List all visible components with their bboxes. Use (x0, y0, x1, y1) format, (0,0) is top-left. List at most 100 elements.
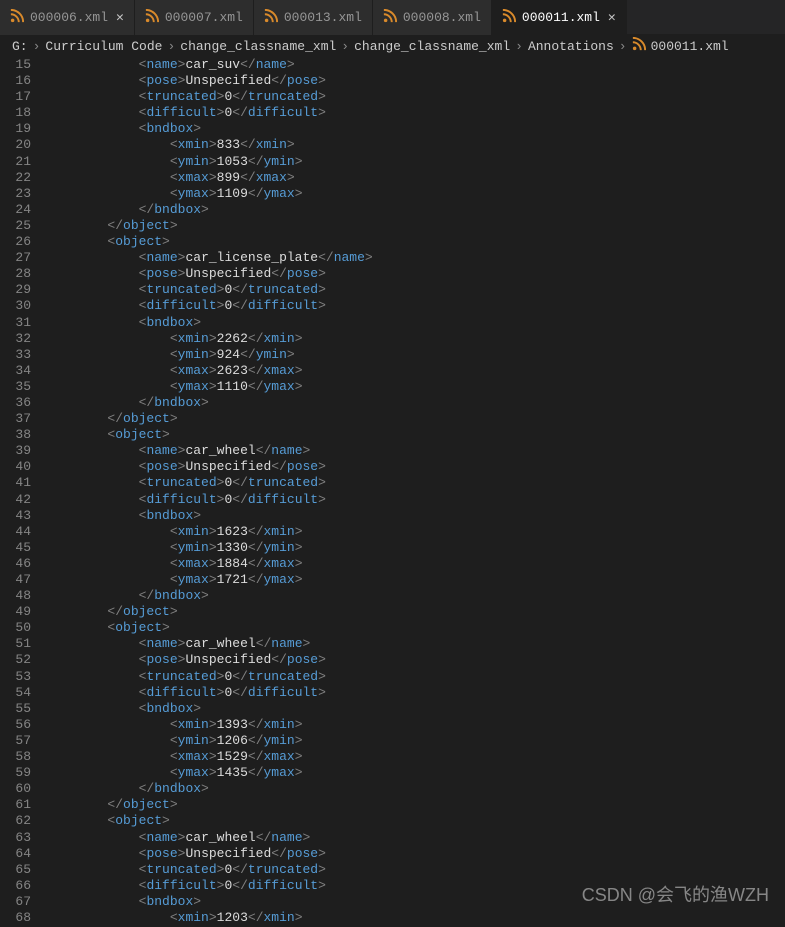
code-line[interactable]: <object> (45, 813, 785, 829)
code-line[interactable]: </bndbox> (45, 588, 785, 604)
chevron-right-icon: › (341, 39, 349, 54)
code-line[interactable]: <xmax>1884</xmax> (45, 556, 785, 572)
breadcrumb-segment[interactable]: 000011.xml (651, 39, 729, 54)
code-line[interactable]: <xmin>2262</xmin> (45, 331, 785, 347)
code-line[interactable]: <pose>Unspecified</pose> (45, 652, 785, 668)
line-number: 34 (0, 363, 31, 379)
close-icon[interactable]: ✕ (608, 10, 616, 25)
code-line[interactable]: <xmax>899</xmax> (45, 170, 785, 186)
breadcrumb-segment[interactable]: change_classname_xml (354, 39, 510, 54)
code-line[interactable]: <bndbox> (45, 701, 785, 717)
breadcrumb-segment[interactable]: change_classname_xml (180, 39, 336, 54)
code-line[interactable]: <ymin>924</ymin> (45, 347, 785, 363)
editor: 1516171819202122232425262728293031323334… (0, 57, 785, 927)
line-number: 37 (0, 411, 31, 427)
code-line[interactable]: <xmin>833</xmin> (45, 137, 785, 153)
code-line[interactable]: <ymax>1435</ymax> (45, 765, 785, 781)
code-line[interactable]: <truncated>0</truncated> (45, 862, 785, 878)
code-line[interactable]: </bndbox> (45, 395, 785, 411)
line-number: 62 (0, 813, 31, 829)
code-line[interactable]: <name>car_suv</name> (45, 57, 785, 73)
code-line[interactable]: <difficult>0</difficult> (45, 105, 785, 121)
line-number: 26 (0, 234, 31, 250)
line-number: 50 (0, 620, 31, 636)
close-icon[interactable]: ✕ (116, 10, 124, 25)
line-number: 40 (0, 459, 31, 475)
line-number: 42 (0, 492, 31, 508)
line-number: 44 (0, 524, 31, 540)
code-line[interactable]: <object> (45, 427, 785, 443)
code-line[interactable]: <ymax>1110</ymax> (45, 379, 785, 395)
code-line[interactable]: <name>car_wheel</name> (45, 636, 785, 652)
line-number: 28 (0, 266, 31, 282)
code-line[interactable]: <pose>Unspecified</pose> (45, 846, 785, 862)
code-line[interactable]: <difficult>0</difficult> (45, 685, 785, 701)
code-line[interactable]: <ymax>1721</ymax> (45, 572, 785, 588)
code-line[interactable]: <ymin>1206</ymin> (45, 733, 785, 749)
line-number: 19 (0, 121, 31, 137)
code-line[interactable]: <xmax>1529</xmax> (45, 749, 785, 765)
line-number: 33 (0, 347, 31, 363)
code-line[interactable]: <ymax>1109</ymax> (45, 186, 785, 202)
code-line[interactable]: <xmin>1203</xmin> (45, 910, 785, 926)
line-number: 51 (0, 636, 31, 652)
code-line[interactable]: </object> (45, 604, 785, 620)
code-line[interactable]: <xmin>1393</xmin> (45, 717, 785, 733)
line-number: 61 (0, 797, 31, 813)
code-line[interactable]: <pose>Unspecified</pose> (45, 459, 785, 475)
tab-label: 000006.xml (30, 10, 108, 25)
chevron-right-icon: › (33, 39, 41, 54)
code-line[interactable]: </object> (45, 797, 785, 813)
line-number: 27 (0, 250, 31, 266)
code-line[interactable]: </bndbox> (45, 202, 785, 218)
code-line[interactable]: <difficult>0</difficult> (45, 878, 785, 894)
line-number: 66 (0, 878, 31, 894)
breadcrumb-segment[interactable]: G: (12, 39, 28, 54)
code-line[interactable]: <pose>Unspecified</pose> (45, 73, 785, 89)
line-number: 22 (0, 170, 31, 186)
code-line[interactable]: <ymin>1330</ymin> (45, 540, 785, 556)
code-line[interactable]: <bndbox> (45, 894, 785, 910)
code-line[interactable]: <xmin>1623</xmin> (45, 524, 785, 540)
chevron-right-icon: › (515, 39, 523, 54)
code-line[interactable]: <truncated>0</truncated> (45, 669, 785, 685)
line-number: 21 (0, 154, 31, 170)
line-number: 47 (0, 572, 31, 588)
code-line[interactable]: <name>car_license_plate</name> (45, 250, 785, 266)
code-line[interactable]: <truncated>0</truncated> (45, 475, 785, 491)
code-line[interactable]: <bndbox> (45, 315, 785, 331)
code-line[interactable]: <pose>Unspecified</pose> (45, 266, 785, 282)
line-number: 58 (0, 749, 31, 765)
code-line[interactable]: </object> (45, 411, 785, 427)
code-line[interactable]: <truncated>0</truncated> (45, 282, 785, 298)
code-area[interactable]: <name>car_suv</name> <pose>Unspecified</… (45, 57, 785, 927)
rss-icon (145, 9, 165, 27)
code-line[interactable]: <name>car_wheel</name> (45, 830, 785, 846)
code-line[interactable]: <difficult>0</difficult> (45, 492, 785, 508)
line-number: 43 (0, 508, 31, 524)
code-line[interactable]: <object> (45, 234, 785, 250)
line-number: 20 (0, 137, 31, 153)
line-number: 30 (0, 298, 31, 314)
code-line[interactable]: </bndbox> (45, 781, 785, 797)
line-number: 67 (0, 894, 31, 910)
code-line[interactable]: <object> (45, 620, 785, 636)
code-line[interactable]: <ymin>1053</ymin> (45, 154, 785, 170)
tab-label: 000011.xml (522, 10, 600, 25)
code-line[interactable]: <bndbox> (45, 121, 785, 137)
tab-000013-xml[interactable]: 000013.xml (254, 0, 373, 35)
line-number: 60 (0, 781, 31, 797)
line-number: 57 (0, 733, 31, 749)
code-line[interactable]: <bndbox> (45, 508, 785, 524)
code-line[interactable]: <difficult>0</difficult> (45, 298, 785, 314)
breadcrumb-segment[interactable]: Annotations (528, 39, 614, 54)
code-line[interactable]: </object> (45, 218, 785, 234)
tab-000008-xml[interactable]: 000008.xml (373, 0, 492, 35)
code-line[interactable]: <truncated>0</truncated> (45, 89, 785, 105)
tab-000007-xml[interactable]: 000007.xml (135, 0, 254, 35)
code-line[interactable]: <name>car_wheel</name> (45, 443, 785, 459)
tab-000006-xml[interactable]: 000006.xml ✕ (0, 0, 135, 35)
code-line[interactable]: <xmax>2623</xmax> (45, 363, 785, 379)
breadcrumb-segment[interactable]: Curriculum Code (45, 39, 162, 54)
tab-000011-xml[interactable]: 000011.xml ✕ (492, 0, 627, 35)
